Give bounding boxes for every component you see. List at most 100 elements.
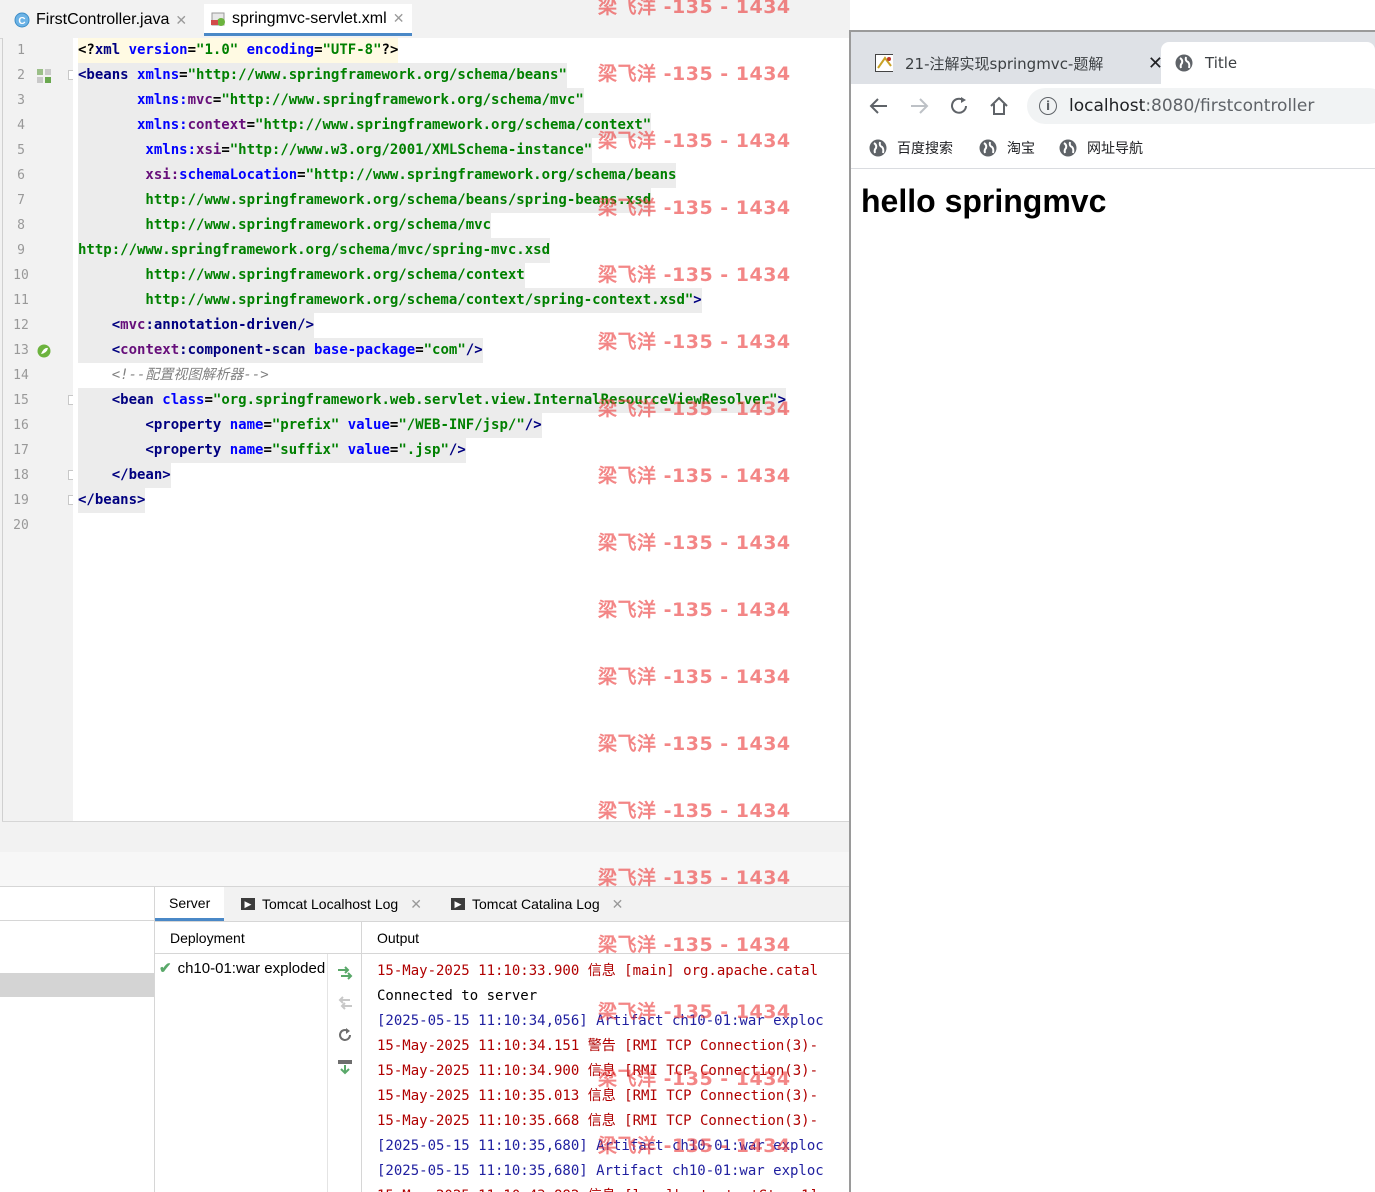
address-bar[interactable]: i localhost:8080/firstcontroller <box>1027 88 1375 124</box>
tab-label: springmvc-servlet.xml <box>232 9 387 27</box>
export-icon[interactable] <box>336 1058 354 1076</box>
browser-toolbar: i localhost:8080/firstcontroller <box>851 84 1375 128</box>
tab-springmvc-servlet[interactable]: springmvc-servlet.xml ✕ <box>204 4 413 36</box>
ide-window: C FirstController.java ✕ springmvc-servl… <box>0 0 850 1192</box>
url-host: localhost <box>1069 96 1146 116</box>
forward-arrow-icon[interactable] <box>907 94 931 118</box>
code-line: <?xml version="1.0" encoding="UTF-8"?> <box>78 38 399 63</box>
code-line: <beans xmlns="http://www.springframework… <box>78 63 567 88</box>
doc-favicon-icon <box>875 54 893 72</box>
output-line: 15-May-2025 11:10:35.013 信息 [RMI TCP Con… <box>377 1088 819 1104</box>
site-info-icon[interactable]: i <box>1039 97 1057 115</box>
browser-tab-solution[interactable]: 21-注解实现springmvc-题解 ✕ <box>875 42 1163 84</box>
class-c-icon: C <box>14 12 30 28</box>
line-number: 2 <box>17 68 25 83</box>
line-number: 19 <box>13 493 29 508</box>
editor-gutter: 1 2 3 4 5 6 7 8 9 10 11 12 13 14 15 16 1… <box>2 38 78 821</box>
panel-splitter[interactable] <box>0 852 850 886</box>
output-column: Output 15-May-2025 11:10:33.900 信息 [main… <box>362 922 850 1192</box>
editor-tab-bar: C FirstController.java ✕ springmvc-servl… <box>0 0 850 39</box>
code-line: http://www.springframework.org/schema/co… <box>78 288 702 313</box>
line-number: 10 <box>13 268 29 283</box>
line-number: 15 <box>13 393 29 408</box>
code-line: http://www.springframework.org/schema/mv… <box>78 238 551 263</box>
code-line: http://www.springframework.org/schema/mv… <box>78 213 492 238</box>
svg-text:C: C <box>18 16 25 27</box>
deploy-icon[interactable] <box>336 964 354 982</box>
refresh-icon[interactable] <box>336 1026 354 1044</box>
browser-tab-active[interactable]: Title <box>1161 42 1375 84</box>
browser-tab-title: Title <box>1205 54 1238 72</box>
close-icon[interactable]: ✕ <box>393 10 405 27</box>
back-arrow-icon[interactable] <box>867 94 891 118</box>
line-number: 7 <box>17 193 25 208</box>
line-number: 8 <box>17 218 25 233</box>
tab-server[interactable]: Server <box>155 887 225 921</box>
page-heading: hello springmvc <box>861 183 1107 219</box>
code-line: <property name="suffix" value=".jsp"/> <box>78 438 466 463</box>
url-rest: :8080/firstcontroller <box>1145 96 1315 116</box>
spring-config-icon[interactable] <box>37 68 51 83</box>
services-tree <box>0 887 155 1192</box>
line-number: 5 <box>17 143 25 158</box>
output-line: 15-May-2025 11:10:35.668 信息 [RMI TCP Con… <box>377 1113 819 1129</box>
code-editor[interactable]: <?xml version="1.0" encoding="UTF-8"?> <… <box>73 38 850 821</box>
code-line: http://www.springframework.org/schema/co… <box>78 263 525 288</box>
line-number: 20 <box>13 518 29 533</box>
line-number: 6 <box>17 168 25 183</box>
tab-tomcat-catalina-log[interactable]: ▶ Tomcat Catalina Log ✕ <box>451 887 623 921</box>
globe-icon <box>979 139 997 157</box>
output-line: [2025-05-15 11:10:35,680] Artifact ch10-… <box>377 1163 824 1179</box>
xml-spring-icon <box>210 11 226 27</box>
services-panel: Server ▶ Tomcat Localhost Log ✕ ▶ Tomcat… <box>0 886 850 1192</box>
bookmark-nav[interactable]: 网址导航 <box>1059 138 1143 158</box>
output-line: 15-May-2025 11:10:34.900 信息 [RMI TCP Con… <box>377 1063 819 1079</box>
line-number: 4 <box>17 118 25 133</box>
bookmark-taobao[interactable]: 淘宝 <box>979 138 1035 158</box>
code-line: xsi:schemaLocation="http://www.springfra… <box>78 163 677 188</box>
tab-label: FirstController.java <box>36 11 170 28</box>
selected-tree-node[interactable] <box>0 973 154 997</box>
globe-icon <box>1175 54 1193 72</box>
bookmarks-bar: 百度搜索 淘宝 网址导航 <box>851 128 1375 169</box>
tab-first-controller[interactable]: C FirstController.java ✕ <box>14 4 187 36</box>
browser-tab-strip: 21-注解实现springmvc-题解 ✕ Title <box>851 32 1375 84</box>
code-line: <property name="prefix" value="/WEB-INF/… <box>78 413 542 438</box>
globe-icon <box>869 139 887 157</box>
deployment-toolbar <box>327 954 362 1192</box>
deployment-header: Deployment <box>155 922 361 954</box>
editor-breadcrumb-bar <box>2 821 850 853</box>
component-scan-leaf-icon[interactable] <box>37 343 51 358</box>
deployment-item[interactable]: ✔ ch10-01:war exploded <box>159 959 327 977</box>
code-line: <context:component-scan base-package="co… <box>78 338 483 363</box>
output-line: [2025-05-15 11:10:34,056] Artifact ch10-… <box>377 1013 824 1029</box>
close-icon[interactable]: ✕ <box>410 896 422 913</box>
reload-icon[interactable] <box>947 94 971 118</box>
page-content: hello springmvc <box>851 169 1375 1169</box>
line-number: 1 <box>17 43 25 58</box>
code-line: xmlns:mvc="http://www.springframework.or… <box>78 88 584 113</box>
line-number: 16 <box>13 418 29 433</box>
bookmark-baidu[interactable]: 百度搜索 <box>869 138 953 158</box>
log-icon: ▶ <box>241 898 255 910</box>
close-icon[interactable]: ✕ <box>612 896 624 913</box>
code-line: </bean> <box>78 463 171 488</box>
close-icon[interactable]: ✕ <box>175 12 187 29</box>
home-icon[interactable] <box>987 94 1011 118</box>
code-comment: <!--配置视图解析器--> <box>78 367 269 383</box>
line-number: 9 <box>17 243 25 258</box>
output-line: 15-May-2025 11:10:43.882 信息 [localhost-s… <box>377 1184 818 1192</box>
code-line: xmlns:context="http://www.springframewor… <box>78 113 652 138</box>
globe-icon <box>1059 139 1077 157</box>
line-number: 17 <box>13 443 29 458</box>
line-number: 13 <box>13 343 29 358</box>
tab-tomcat-localhost-log[interactable]: ▶ Tomcat Localhost Log ✕ <box>241 887 422 921</box>
output-line: Connected to server <box>377 988 538 1004</box>
services-tab-bar: Server ▶ Tomcat Localhost Log ✕ ▶ Tomcat… <box>155 887 850 922</box>
code-line: http://www.springframework.org/schema/be… <box>78 188 652 213</box>
line-number: 18 <box>13 468 29 483</box>
undeploy-icon[interactable] <box>336 994 354 1012</box>
tree-header-divider <box>0 920 154 921</box>
code-line: <bean class="org.springframework.web.ser… <box>78 388 787 413</box>
output-line: 15-May-2025 11:10:33.900 信息 [main] org.a… <box>377 963 819 979</box>
